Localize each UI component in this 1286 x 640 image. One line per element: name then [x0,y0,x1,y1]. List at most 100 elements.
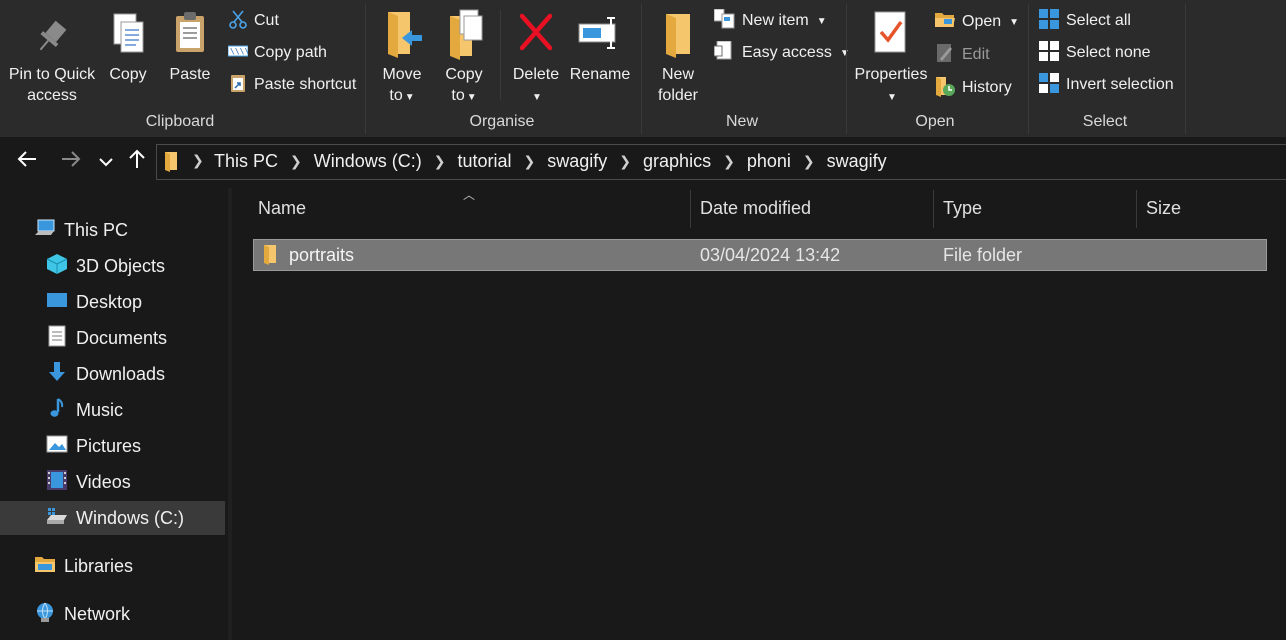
copy-path-label: Copy path [254,44,327,61]
breadcrumb-item[interactable]: swagify [547,151,607,172]
dropdown-caret-icon: ▼ [1009,16,1020,28]
forward-arrow-icon[interactable] [60,148,82,176]
breadcrumb-item[interactable]: phoni [747,151,791,172]
sidebar-item-network[interactable]: Network [34,597,130,631]
copy-to-label-line1: Copy [445,66,483,83]
breadcrumb-item[interactable]: tutorial [458,151,512,172]
paste-button[interactable]: Paste [166,8,214,85]
dropdown-caret-icon: ▼ [404,92,415,103]
column-header-date-modified[interactable]: Date modified [700,198,811,219]
sidebar-item-label: 3D Objects [76,255,166,276]
ribbon-separator [500,10,501,100]
select-all-label: Select all [1066,12,1131,29]
paste-shortcut-icon [228,73,248,98]
column-header-name[interactable]: Name [258,198,306,219]
copy-to-button[interactable]: Copy to ▼ [438,8,490,108]
select-group-label: Select [1082,113,1128,130]
ribbon-separator [641,4,642,134]
open-folder-icon [934,10,956,35]
column-divider[interactable] [690,190,691,228]
vertical-scrollbar[interactable] [1270,188,1286,640]
open-group-label: Open [915,113,955,130]
sidebar-item-label: Music [76,399,124,420]
sidebar-item-videos[interactable]: Videos [46,465,131,499]
column-divider[interactable] [933,190,934,228]
music-note-icon [46,397,68,424]
breadcrumb-item[interactable]: This PC [214,151,278,172]
open-button[interactable]: Open ▼ [934,10,1019,34]
easy-access-button[interactable]: Easy access ▼ [713,40,850,66]
pin-icon [32,8,72,60]
easy-access-icon [713,40,736,66]
copy-to-icon [442,8,486,60]
pin-label-line1: Pin to Quick [8,66,96,83]
breadcrumb-item[interactable]: Windows (C:) [314,151,422,172]
sidebar-item-label: Network [64,603,131,624]
network-globe-icon [34,601,56,628]
breadcrumb-chevron-icon[interactable]: ❯ [619,153,631,170]
new-folder-label-line1: New [661,66,694,83]
rename-button[interactable]: Rename [568,8,632,85]
new-folder-button[interactable]: New folder [652,8,704,106]
cut-label: Cut [254,12,279,29]
breadcrumb-chevron-icon[interactable]: ❯ [524,153,536,170]
drive-icon [46,506,68,531]
column-header-size[interactable]: Size [1146,198,1181,219]
clipboard-icon [170,8,210,60]
copy-label: Copy [109,66,147,83]
copy-icon [108,8,148,60]
new-folder-label-line2: folder [657,87,699,104]
sidebar-item-downloads[interactable]: Downloads [46,357,165,391]
sidebar-item-libraries[interactable]: Libraries [34,549,133,583]
film-strip-icon [46,469,68,496]
easy-access-label: Easy access [742,44,832,61]
paste-shortcut-label: Paste shortcut [254,76,357,93]
file-name[interactable]: portraits [289,245,354,266]
sidebar-item-label: Desktop [76,291,143,312]
copy-path-button[interactable]: \\\\ Copy path [227,41,327,65]
sidebar-item-label: Pictures [76,435,142,456]
back-arrow-icon[interactable] [16,148,38,176]
column-header-type[interactable]: Type [943,198,982,219]
new-item-button[interactable]: New item ▼ [713,8,827,33]
breadcrumb-chevron-icon[interactable]: ❯ [723,153,735,170]
move-to-button[interactable]: Move to ▼ [376,8,428,108]
folder-icon [262,243,278,270]
breadcrumb-chevron-icon[interactable]: ❯ [434,153,446,170]
invert-selection-button[interactable]: Invert selection [1038,72,1174,97]
dropdown-caret-icon: ▼ [816,15,827,27]
edit-pencil-icon [934,43,956,68]
edit-button[interactable]: Edit [934,43,990,67]
delete-button[interactable]: Delete ▼ [510,8,562,108]
pin-to-quick-access-button[interactable]: Pin to Quick access [6,8,98,106]
paste-shortcut-button[interactable]: Paste shortcut [228,73,356,97]
sidebar-item-music[interactable]: Music [46,393,123,427]
breadcrumb-chevron-icon[interactable]: ❯ [803,153,815,170]
sidebar-item-this-pc[interactable]: This PC [34,213,128,247]
breadcrumb-chevron-icon[interactable]: ❯ [290,153,302,170]
pane-splitter[interactable] [228,188,232,640]
breadcrumb-chevron-icon[interactable]: ❯ [192,152,204,169]
up-arrow-icon[interactable] [126,148,148,176]
properties-button[interactable]: Properties ▼ [852,8,930,108]
select-all-button[interactable]: Select all [1038,8,1131,33]
sidebar-item-3d-objects[interactable]: 3D Objects [46,249,165,283]
desktop-icon [46,290,68,315]
column-divider[interactable] [1136,190,1137,228]
file-type: File folder [943,245,1023,265]
sidebar-item-pictures[interactable]: Pictures [46,429,141,463]
recent-locations-chevron-icon[interactable] [98,152,114,175]
sort-ascending-icon: ︿ [463,188,476,202]
ribbon-separator [1185,4,1186,134]
cut-button[interactable]: Cut [228,9,279,33]
sidebar-item-windows-c[interactable]: Windows (C:) [46,501,184,535]
history-button[interactable]: History [934,76,1012,100]
select-none-button[interactable]: Select none [1038,40,1151,65]
move-to-icon [380,8,424,60]
breadcrumb-item[interactable]: graphics [643,151,711,172]
copy-button[interactable]: Copy [104,8,152,85]
new-item-label: New item [742,12,809,29]
sidebar-item-desktop[interactable]: Desktop [46,285,142,319]
sidebar-item-documents[interactable]: Documents [46,321,167,355]
breadcrumb-item[interactable]: swagify [827,151,887,172]
